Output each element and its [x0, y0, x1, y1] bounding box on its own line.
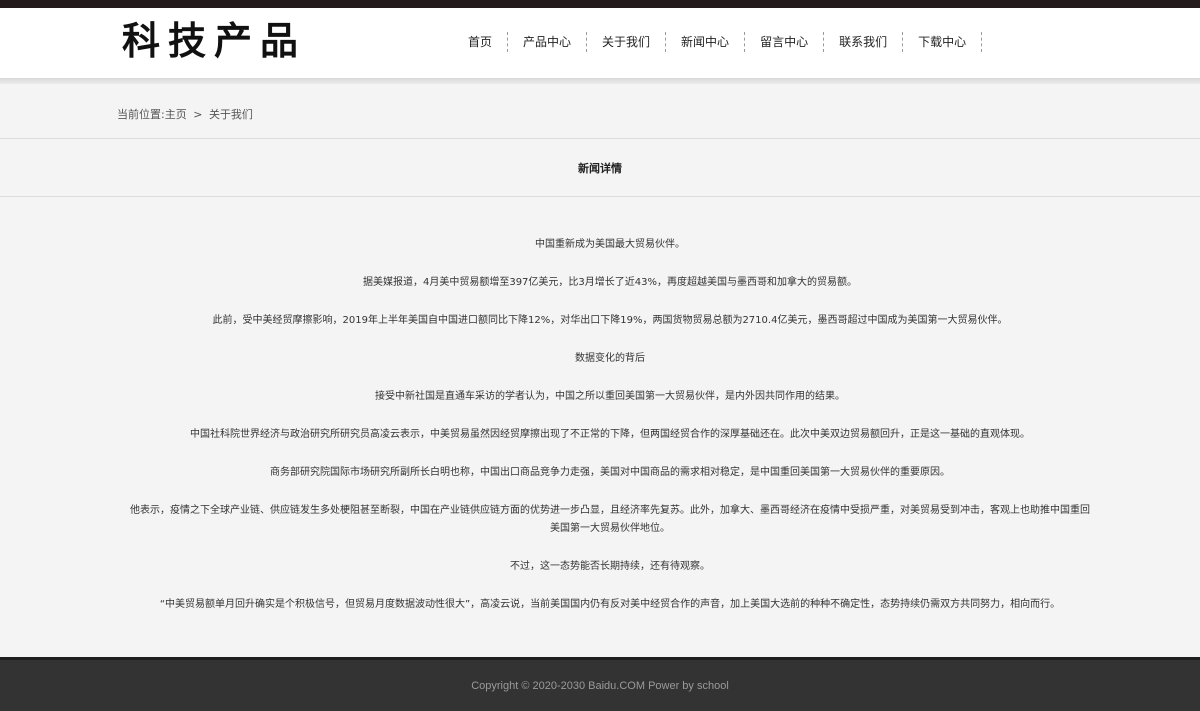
main-nav: 首页 产品中心 关于我们 新闻中心 留言中心 联系我们 下载中心 [452, 32, 983, 52]
article-paragraph: “中美贸易额单月回升确实是个积极信号，但贸易月度数据波动性很大”，高凌云说，当前… [159, 599, 1061, 610]
article-paragraph: 据美媒报道，4月美中贸易额增至397亿美元，比3月增长了近43%，再度超越美国与… [362, 277, 858, 288]
footer-copyright: Copyright © 2020-2030 Baidu.COM Power by… [471, 679, 729, 692]
article-paragraph: 接受中新社国是直通车采访的学者认为，中国之所以重回美国第一大贸易伙伴，是内外因共… [375, 391, 845, 402]
article-paragraph: 中国社科院世界经济与政治研究所研究员高凌云表示，中美贸易虽然因经贸摩擦出现了不正… [190, 429, 1030, 440]
article-paragraph: 他表示，疫情之下全球产业链、供应链发生多处梗阻甚至断裂，中国在产业链供应链方面的… [130, 505, 1090, 534]
nav-item-home[interactable]: 首页 [452, 32, 509, 52]
article-subheading: 数据变化的背后 [575, 353, 645, 364]
breadcrumb-prefix: 当前位置: [117, 108, 165, 121]
breadcrumb: 当前位置:主页 > 关于我们 [117, 106, 253, 122]
breadcrumb-home-link[interactable]: 主页 [165, 108, 187, 121]
top-bar [0, 0, 1200, 8]
nav-item-downloads[interactable]: 下载中心 [903, 32, 983, 52]
nav-item-news[interactable]: 新闻中心 [666, 32, 746, 52]
breadcrumb-current: 关于我们 [208, 108, 253, 121]
article-content: 中国重新成为美国最大贸易伙伴。 据美媒报道，4月美中贸易额增至397亿美元，比3… [130, 236, 1090, 634]
article-paragraph: 商务部研究院国际市场研究所副所长白明也称，中国出口商品竞争力走强，美国对中国商品… [270, 467, 950, 478]
section-title: 新闻详情 [0, 138, 1200, 197]
breadcrumb-separator: > [193, 108, 203, 121]
site-footer: Copyright © 2020-2030 Baidu.COM Power by… [0, 657, 1200, 711]
nav-item-contact[interactable]: 联系我们 [824, 32, 904, 52]
site-header: 科技产品 首页 产品中心 关于我们 新闻中心 留言中心 联系我们 下载中心 [0, 8, 1200, 78]
article-paragraph: 此前，受中美经贸摩擦影响，2019年上半年美国自中国进口额同比下降12%，对华出… [212, 315, 1008, 326]
site-logo[interactable]: 科技产品 [122, 18, 306, 64]
nav-item-messages[interactable]: 留言中心 [745, 32, 825, 52]
article-paragraph: 中国重新成为美国最大贸易伙伴。 [535, 239, 685, 250]
header-divider [0, 78, 1200, 84]
nav-item-products[interactable]: 产品中心 [508, 32, 588, 52]
nav-item-about[interactable]: 关于我们 [587, 32, 667, 52]
article-paragraph: 不过，这一态势能否长期持续，还有待观察。 [510, 561, 710, 572]
